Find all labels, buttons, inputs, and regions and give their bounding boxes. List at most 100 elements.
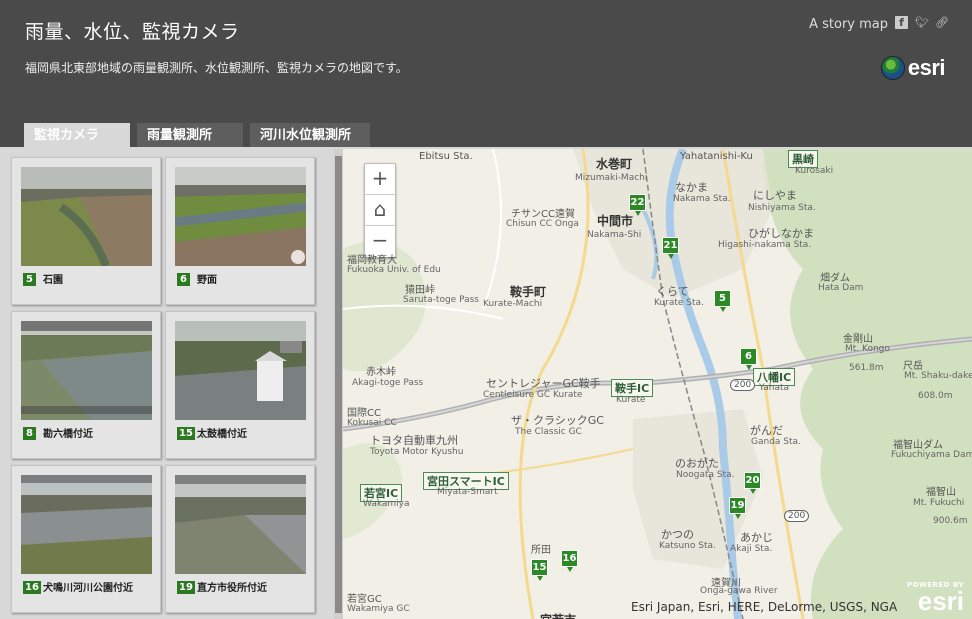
map-label: Nishiyama Sta. (748, 203, 816, 213)
powered-by-esri[interactable]: POWERED BY esri (907, 581, 964, 616)
esri-logo[interactable]: esri (880, 55, 946, 81)
map-label: Centleisure GC Kurate (483, 390, 583, 400)
camera-thumbnail (175, 167, 306, 266)
home-button[interactable]: ⌂ (365, 195, 395, 226)
map-label: 福岡教育大 (347, 255, 397, 266)
facebook-icon[interactable]: f (895, 16, 908, 29)
map-label: 561.8m (849, 363, 884, 373)
camera-marker[interactable]: 22 (629, 194, 646, 216)
map-label: Kurate-Machi (483, 299, 543, 309)
tab-cameras[interactable]: 監視カメラ (24, 123, 130, 148)
tab-label: 河川水位観測所 (260, 128, 352, 143)
camera-name: 勘六橋付近 (43, 429, 93, 440)
map-label: のおがた (675, 457, 719, 470)
powered-by-logo: esri (917, 586, 964, 616)
camera-card[interactable]: 16 犬鳴川河川公園付近 (11, 465, 161, 613)
camera-card[interactable]: 6 野面 (165, 157, 315, 305)
zoom-control: + ⌂ − (364, 163, 396, 258)
scrollbar-thumb[interactable] (335, 156, 342, 613)
camera-list[interactable]: 5 石園 6 野面 8 勘六橋付近 15 太鼓橋付近 16 犬鳴川河川公園付近 … (0, 149, 343, 619)
map-attribution: Esri Japan, Esri, HERE, DeLorme, USGS, N… (631, 600, 898, 614)
story-header: 雨量、水位、監視カメラ 福岡県北東部地域の雨量観測所、水位観測所、監視カメラの地… (0, 0, 972, 113)
map-label: Higashi-nakama Sta. (718, 240, 812, 250)
camera-marker[interactable]: 16 (561, 550, 578, 572)
share-buttons: f 🐦︎ 🔗︎ (895, 16, 949, 29)
map-label: Akaji Sta. (730, 544, 773, 554)
map-label: Wakamiya GC (347, 604, 410, 614)
camera-thumbnail (21, 321, 152, 420)
camera-card[interactable]: 8 勘六橋付近 (11, 311, 161, 459)
camera-number-badge: 15 (177, 427, 195, 440)
map-label: Saruta-toge Pass (403, 295, 479, 305)
map-label: Kurate Sta. (654, 298, 704, 308)
home-icon: ⌂ (373, 197, 387, 221)
camera-marker[interactable]: 15 (531, 559, 548, 581)
map-label: 畑ダム (820, 273, 850, 284)
map-label: 金剛山 (843, 334, 873, 345)
map-label: 中間市 (597, 214, 634, 228)
map-label: チサンCC遠賀 (511, 209, 575, 220)
camera-marker[interactable]: 21 (662, 237, 679, 259)
map-label: Wakamiya (363, 499, 410, 509)
tab-label: 雨量観測所 (147, 128, 213, 143)
camera-name: 直方市役所付近 (197, 583, 267, 594)
camera-name: 野面 (197, 275, 217, 286)
map-label: 尺岳 (903, 361, 923, 372)
map-label: がんだ (750, 424, 783, 437)
map-label: Mizumaki-Machi (575, 173, 648, 183)
camera-marker[interactable]: 19 (729, 497, 746, 519)
map-label: くらて (656, 285, 689, 298)
camera-marker[interactable]: 20 (744, 472, 761, 494)
camera-card[interactable]: 19 直方市役所付近 (165, 465, 315, 613)
map-label: ザ・クラシックGC (511, 414, 604, 427)
map-label: なかま (675, 181, 708, 194)
map-label: Onga-gawa River (700, 586, 778, 596)
map-label: Kurosaki (795, 166, 834, 176)
camera-thumbnail (175, 475, 306, 574)
map-label: 若宮GC (347, 594, 382, 605)
map-label: Kurate (616, 395, 646, 405)
map-label: Noogata Sta. (676, 470, 735, 480)
map-label: Mt. Fukuchi (913, 498, 965, 508)
map-label: Yahata (759, 383, 790, 393)
route-shield: 200 (784, 510, 810, 522)
map-label: Hata Dam (818, 283, 864, 293)
sidebar-scrollbar[interactable] (334, 149, 343, 619)
camera-card[interactable]: 15 太鼓橋付近 (165, 311, 315, 459)
map-label: 所田 (531, 545, 551, 556)
map-label: 福智山ダム (893, 440, 943, 451)
tab-water-level[interactable]: 河川水位観測所 (250, 123, 370, 148)
twitter-icon[interactable]: 🐦︎ (915, 16, 929, 29)
map-label: 福智山 (926, 487, 956, 498)
map-label: Mt. Kongo (845, 344, 890, 354)
story-map-link[interactable]: A story map (809, 17, 888, 32)
map-label: Yahatanishi-Ku (680, 151, 753, 162)
tab-rain-gauges[interactable]: 雨量観測所 (137, 123, 243, 148)
map-label: Toyota Motor Kyushu (370, 447, 464, 457)
camera-marker[interactable]: 5 (714, 290, 731, 312)
map-view[interactable]: + ⌂ − Ebitsu Sta. 水巻町 Mizumaki-Machi 中間市… (343, 149, 972, 619)
camera-card[interactable]: 5 石園 (11, 157, 161, 305)
camera-name: 石園 (43, 275, 63, 286)
camera-thumbnail (175, 321, 306, 420)
map-label: Mt. Shaku-dake (904, 371, 972, 381)
link-icon[interactable]: 🔗︎ (935, 16, 949, 29)
map-label: 赤木峠 (366, 367, 396, 378)
map-label: トヨタ自動車九州 (370, 434, 458, 447)
camera-number-badge: 19 (177, 581, 195, 594)
map-label: 国際CC (347, 408, 381, 419)
camera-thumbnail (21, 475, 152, 574)
esri-logo-text: esri (907, 55, 946, 80)
map-label: Nakama-Shi (587, 230, 642, 240)
map-label: 608.0m (918, 391, 953, 401)
zoom-in-button[interactable]: + (365, 164, 395, 195)
route-shield: 200 (730, 379, 756, 391)
camera-marker[interactable]: 6 (740, 348, 757, 370)
camera-number-badge: 6 (177, 273, 190, 286)
globe-icon (880, 56, 905, 80)
map-label: The Classic GC (515, 427, 582, 437)
camera-name: 太鼓橋付近 (197, 429, 247, 440)
map-label: Kokusai CC (347, 418, 397, 428)
camera-thumbnail (21, 167, 152, 266)
map-label: 900.6m (933, 516, 968, 526)
